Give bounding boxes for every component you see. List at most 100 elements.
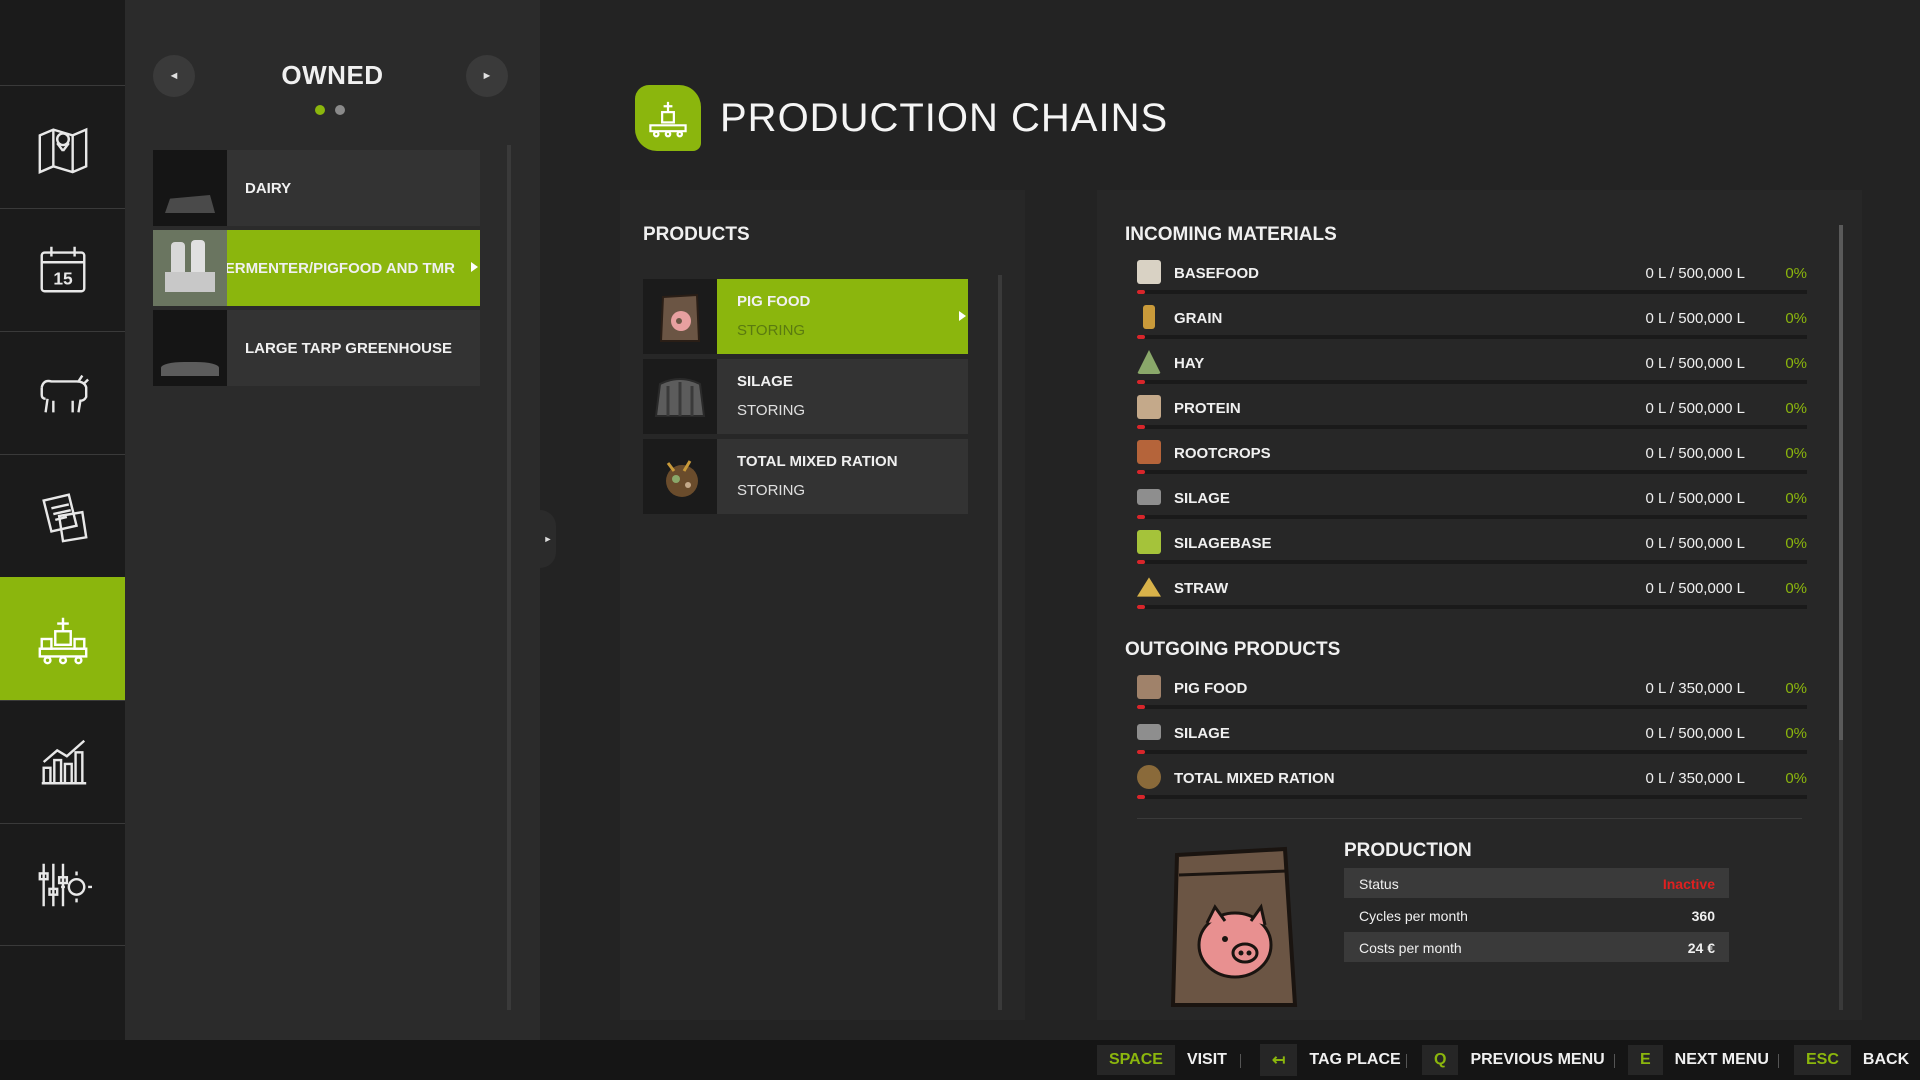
material-percent: 0% [1785,355,1807,372]
tmr-icon [1137,765,1161,789]
material-amount: 0 L / 350,000 L [1645,770,1745,787]
product-state: STORING [737,482,806,499]
costs-label: Costs per month [1359,940,1462,956]
outgoing-row-silage: SILAGE 0 L / 500,000 L 0% [1137,720,1807,760]
grain-icon [1143,305,1155,329]
hint-previous-menu[interactable]: Q PREVIOUS MENU [1422,1040,1605,1080]
map-icon [38,127,87,174]
material-amount: 0 L / 500,000 L [1645,580,1745,597]
products-title: PRODUCTS [643,224,750,245]
material-name: ROOTCROPS [1174,445,1271,462]
separator [1614,1054,1615,1068]
cycles-label: Cycles per month [1359,908,1468,924]
fill-level-bar [1137,605,1807,609]
material-percent: 0% [1785,265,1807,282]
outgoing-row-tmr: TOTAL MIXED RATION 0 L / 350,000 L 0% [1137,765,1807,805]
incoming-row-rootcrops: ROOTCROPS 0 L / 500,000 L 0% [1137,440,1807,480]
rail-item-statistics[interactable] [0,700,125,823]
material-percent: 0% [1785,680,1807,697]
incoming-row-straw: STRAW 0 L / 500,000 L 0% [1137,575,1807,615]
material-percent: 0% [1785,770,1807,787]
cycles-value: 360 [1691,908,1715,924]
input-hints-bar: SPACE VISIT ↤ TAG PLACE Q PREVIOUS MENU E NE… [0,1040,1920,1080]
material-name: SILAGEBASE [1174,535,1272,552]
owned-list-scrollbar[interactable] [507,145,511,1010]
arrow-right-icon: ► [543,534,553,544]
material-name: HAY [1174,355,1205,372]
rail-item-contracts[interactable] [0,454,125,577]
hint-back[interactable]: ESC BACK [1794,1040,1909,1080]
production-info-title: PRODUCTION [1344,840,1472,861]
fill-level-bar [1137,750,1807,754]
owned-item-label: DAIRY [245,179,292,197]
chevron-right-icon [959,311,966,321]
protein-icon [1137,395,1161,419]
material-name: TOTAL MIXED RATION [1174,770,1335,787]
material-name: STRAW [1174,580,1229,597]
incoming-row-basefood: BASEFOOD 0 L / 500,000 L 0% [1137,260,1807,300]
material-name: PIG FOOD [1174,680,1248,697]
silage-icon [1137,724,1161,740]
hint-visit[interactable]: SPACE VISIT [1097,1040,1227,1080]
material-amount: 0 L / 500,000 L [1645,310,1745,327]
rail-item-calendar[interactable]: 15 [0,208,125,331]
products-panel: PRODUCTS PIG FOOD STORING SILAGE STORING… [620,190,1025,1020]
products-scrollbar[interactable] [998,275,1002,1010]
product-item-silage[interactable]: SILAGE STORING [643,359,968,434]
owned-item-label: FERMENTER/PIGFOOD AND TMR [227,259,455,277]
product-item-pig-food[interactable]: PIG FOOD STORING [643,279,968,354]
material-percent: 0% [1785,535,1807,552]
material-percent: 0% [1785,310,1807,327]
fill-level-bar [1137,795,1807,799]
scrollbar-thumb[interactable] [1839,225,1843,740]
hint-tag-place[interactable]: ↤ TAG PLACE [1260,1040,1401,1080]
fermenter-thumbnail [153,230,227,306]
material-amount: 0 L / 350,000 L [1645,680,1745,697]
fill-level-bar [1137,560,1807,564]
contracts-icon [41,493,88,543]
fill-level-bar [1137,290,1807,294]
rootcrops-icon [1137,440,1161,464]
fill-level-bar [1137,335,1807,339]
status-row: Status Inactive [1344,868,1729,898]
page-title: PRODUCTION CHAINS [720,96,1169,140]
rail-item-map[interactable] [0,85,125,208]
pig-food-bag-icon [659,293,701,342]
material-amount: 0 L / 500,000 L [1645,445,1745,462]
next-category-button[interactable]: ► [466,55,508,97]
owned-item-label: LARGE TARP GREENHOUSE [245,339,452,357]
hint-label: TAG PLACE [1309,1051,1401,1068]
owned-item-greenhouse[interactable]: LARGE TARP GREENHOUSE [153,310,480,386]
product-state: STORING [737,402,806,419]
material-name: PROTEIN [1174,400,1241,417]
tmr-icon [666,459,698,497]
fill-level-bar [1137,470,1807,474]
material-percent: 0% [1785,490,1807,507]
rail-item-animals[interactable] [0,331,125,454]
page-dot-active[interactable] [315,105,325,115]
separator [1778,1054,1779,1068]
material-amount: 0 L / 500,000 L [1645,265,1745,282]
owned-item-fermenter[interactable]: FERMENTER/PIGFOOD AND TMR [153,230,480,306]
hint-next-menu[interactable]: E NEXT MENU [1628,1040,1769,1080]
hint-label: PREVIOUS MENU [1470,1051,1605,1068]
collapse-panel-button[interactable]: ► [540,510,556,568]
product-name: SILAGE [737,373,793,390]
product-item-tmr[interactable]: TOTAL MIXED RATION STORING [643,439,968,514]
page-dot[interactable] [335,105,345,115]
owned-item-dairy[interactable]: DAIRY [153,150,480,226]
material-amount: 0 L / 500,000 L [1645,535,1745,552]
animals-icon [40,374,89,413]
pigfood-icon [1137,675,1161,699]
material-name: SILAGE [1174,490,1230,507]
pig-food-bag-icon [1170,846,1298,1007]
rail-item-settings[interactable] [0,823,125,946]
rail-item-production[interactable] [0,577,133,700]
main-nav-rail: 15 [0,0,133,1040]
material-amount: 0 L / 500,000 L [1645,400,1745,417]
fill-level-bar [1137,425,1807,429]
tmr-thumbnail [643,439,717,514]
product-state: STORING [737,322,806,339]
arrow-right-icon: ► [481,70,493,82]
materials-scrollbar[interactable] [1839,225,1843,1010]
